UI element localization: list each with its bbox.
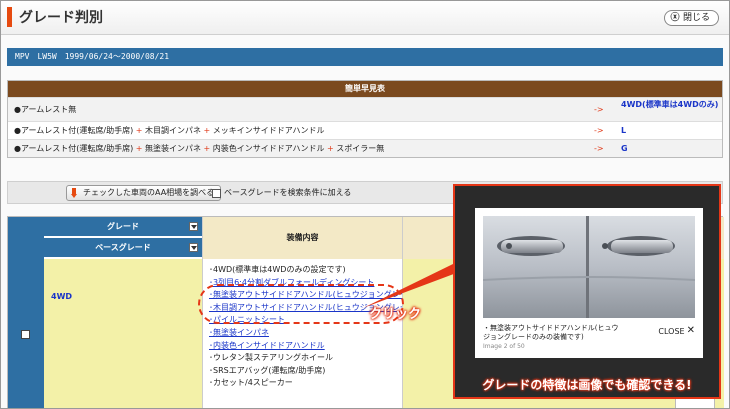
base-grade-header-label: ベースグレード xyxy=(95,243,151,252)
click-label: クリック xyxy=(369,307,422,322)
grade-code[interactable]: 4WD(標準車は4WDのみ) xyxy=(621,99,721,110)
grade-code[interactable]: G xyxy=(621,140,628,158)
feature-text: スポイラー無 xyxy=(336,144,385,153)
plus-separator: + xyxy=(201,144,213,153)
header: グレード判別 ⓧ 閉じる xyxy=(1,1,729,35)
quick-lookup-table: 簡単早見表 ●アームレスト無 -> 4WD(標準車は4WDのみ) ●アームレスト付(運… xyxy=(7,80,723,158)
close-button[interactable]: ⓧ 閉じる xyxy=(663,10,719,26)
select-column xyxy=(8,217,44,408)
quick-table-row: ●アームレスト付(運転席/助手席) + 木目調インパネ + メッキインサイドドア… xyxy=(8,121,722,139)
feature-text: 無塗装インパネ xyxy=(145,144,201,153)
car-info-bar: MPV LW5W 1999/06/24～2000/08/21 xyxy=(7,48,723,66)
feature-text: ●アームレスト無 xyxy=(14,105,77,114)
grade-window: グレード判別 ⓧ 閉じる MPV LW5W 1999/06/24～2000/08… xyxy=(0,0,730,409)
feature-text: 内装色インサイドドアハンドル xyxy=(212,144,325,153)
title-accent-bar xyxy=(7,7,12,27)
quick-table-row: ●アームレスト無 -> 4WD(標準車は4WDのみ) xyxy=(8,97,722,121)
sort-dropdown-icon[interactable] xyxy=(189,243,198,252)
equipment-item: ･カセット/4スピーカー xyxy=(209,378,293,388)
feature-text: メッキインサイドドアハンドル xyxy=(212,126,325,135)
grade-header-label: グレード xyxy=(107,222,139,231)
equipment-item: ･ウレタン製ステアリングホイール xyxy=(209,353,333,363)
door-handle-photo xyxy=(483,216,695,318)
image-popup: ・無塗装アウトサイドドアハンドル(ヒュウジョングレードのみの装備です) Imag… xyxy=(453,184,721,399)
page-title: グレード判別 xyxy=(19,10,103,26)
plus-separator: + xyxy=(133,126,145,135)
base-grade-checkbox[interactable]: ベースグレードを検索条件に加える xyxy=(212,187,351,199)
sort-dropdown-icon[interactable] xyxy=(189,222,198,231)
grade-header: グレード xyxy=(44,217,202,237)
popup-close-label: CLOSE xyxy=(658,326,685,336)
check-aa-price-label: チェックした車両のAA相場を調べる xyxy=(83,188,215,197)
quick-row-description: ●アームレスト無 xyxy=(14,105,76,114)
check-aa-price-button[interactable]: チェックした車両のAA相場を調べる xyxy=(66,185,222,201)
quick-table-row: ●アームレスト付(運転席/助手席) + 無塗装インパネ + 内装色インサイドドア… xyxy=(8,139,722,157)
plus-separator: + xyxy=(133,144,145,153)
equipment-item[interactable]: ･無塗装インパネ xyxy=(209,327,402,340)
arrow-right-icon: -> xyxy=(594,105,604,114)
row-checkbox[interactable] xyxy=(21,330,30,339)
checkbox-box[interactable] xyxy=(212,188,221,198)
base-grade-label: ベースグレードを検索条件に加える xyxy=(224,188,352,197)
equipment-item[interactable]: ･内装色インサイドドアハンドル xyxy=(209,340,402,353)
promo-text: グレードの特徴は画像でも確認できる! xyxy=(482,378,692,392)
quick-table-title: 簡単早見表 xyxy=(8,81,722,97)
grade-code[interactable]: L xyxy=(621,122,626,140)
grade-value: 4WD xyxy=(51,292,73,301)
close-icon: ⓧ xyxy=(670,13,680,23)
popup-card: ・無塗装アウトサイドドアハンドル(ヒュウジョングレードのみの装備です) Imag… xyxy=(475,208,703,358)
popup-counter: Image 2 of 50 xyxy=(483,343,525,350)
close-icon: ✕ xyxy=(686,325,695,336)
arrow-down-icon xyxy=(71,188,77,198)
feature-text: 木目調インパネ xyxy=(145,126,201,135)
base-grade-header: ベースグレード xyxy=(44,238,202,258)
arrow-right-icon: -> xyxy=(594,144,604,153)
close-button-label: 閉じる xyxy=(682,13,710,23)
quick-row-description: ●アームレスト付(運転席/助手席) + 木目調インパネ + メッキインサイドドア… xyxy=(14,126,324,135)
plus-separator: + xyxy=(201,126,213,135)
grade-cell: 4WD xyxy=(44,259,202,408)
arrow-right-icon: -> xyxy=(594,126,604,135)
plus-separator: + xyxy=(324,144,337,153)
feature-text: ●アームレスト付(運転席/助手席) xyxy=(14,144,134,153)
popup-caption: ・無塗装アウトサイドドアハンドル(ヒュウジョングレードのみの装備です) xyxy=(483,324,619,341)
equipment-header: 装備内容 xyxy=(202,217,402,259)
feature-text: ●アームレスト付(運転席/助手席) xyxy=(14,126,134,135)
popup-close-button[interactable]: CLOSE ✕ xyxy=(658,326,695,336)
equipment-item: ･SRSエアバッグ(運転席/助手席) xyxy=(209,365,326,375)
quick-row-description: ●アームレスト付(運転席/助手席) + 無塗装インパネ + 内装色インサイドドア… xyxy=(14,144,384,153)
